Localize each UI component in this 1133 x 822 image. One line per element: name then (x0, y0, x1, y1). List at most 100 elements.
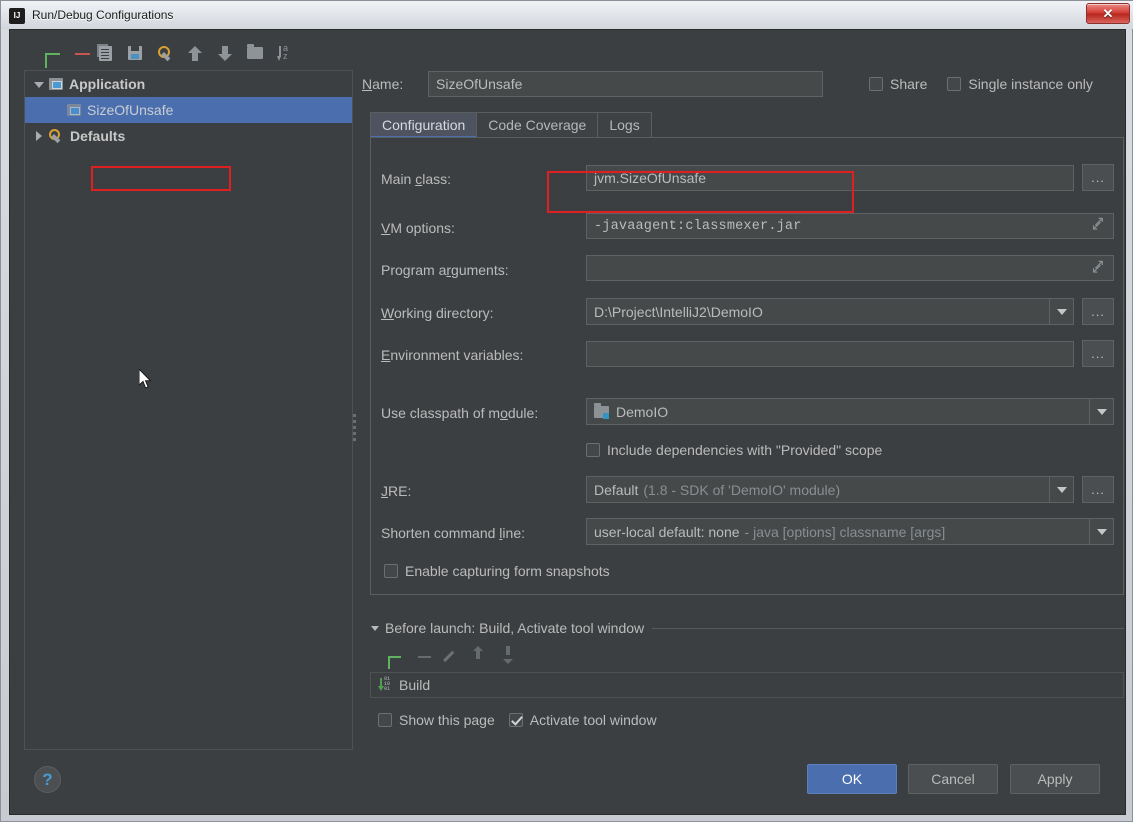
working-directory-row: D:\Project\IntelliJ2\DemoIO ... (586, 298, 1114, 325)
intellij-idea-icon (9, 7, 25, 24)
application-icon (49, 78, 63, 90)
chevron-down-icon[interactable] (370, 622, 382, 634)
cancel-button[interactable]: Cancel (908, 764, 998, 794)
chevron-down-icon[interactable] (1049, 477, 1073, 502)
chevron-down-icon[interactable] (1089, 399, 1113, 424)
before-launch-task-list[interactable]: 01 10 01 Build (370, 672, 1124, 698)
single-instance-label: Single instance only (968, 76, 1093, 92)
configurations-toolbar: az (18, 38, 353, 68)
before-launch-move-up-button[interactable] (468, 646, 488, 666)
configurations-pane: az Application SizeOfUnsafe Defaults (18, 34, 353, 754)
jre-dropdown[interactable]: Default (1.8 - SDK of 'DemoIO' module) (586, 476, 1074, 503)
tree-node-label: Defaults (70, 128, 126, 144)
before-launch-task-label: Build (399, 677, 431, 693)
tree-node-label: SizeOfUnsafe (87, 102, 174, 118)
checkbox-box (947, 77, 962, 91)
shorten-command-line-label: Shorten command line: (381, 525, 525, 541)
use-classpath-label: Use classpath of module: (381, 405, 539, 421)
application-icon (67, 104, 81, 116)
tab-code-coverage[interactable]: Code Coverage (476, 112, 599, 138)
add-configuration-button[interactable] (32, 40, 58, 66)
single-instance-checkbox[interactable]: Single instance only (947, 76, 1093, 92)
chevron-down-icon[interactable] (31, 76, 47, 92)
before-launch-move-down-button[interactable] (498, 646, 518, 666)
environment-variables-input[interactable] (586, 340, 1074, 367)
share-label: Share (890, 76, 928, 92)
main-class-label: Main class: (381, 171, 452, 187)
chevron-down-icon[interactable] (1049, 299, 1073, 324)
show-this-page-checkbox[interactable]: Show this page (378, 712, 495, 728)
expand-editor-icon[interactable] (1091, 256, 1107, 277)
use-classpath-dropdown[interactable]: DemoIO (586, 398, 1114, 425)
module-icon (594, 402, 609, 419)
tree-node-defaults[interactable]: Defaults (25, 123, 352, 149)
expand-editor-icon[interactable] (1091, 214, 1107, 235)
before-launch-title: Before launch: Build, Activate tool wind… (385, 620, 645, 636)
program-arguments-input[interactable] (586, 255, 1114, 281)
dialog-button-bar: ? OK Cancel Apply (10, 752, 1127, 814)
sort-configurations-button[interactable]: az (272, 40, 298, 66)
checkbox-box (384, 564, 398, 578)
copy-icon (98, 45, 112, 61)
move-up-button[interactable] (182, 40, 208, 66)
jre-label: JRE: (381, 483, 412, 499)
chevron-down-icon[interactable] (1089, 519, 1113, 544)
include-provided-label: Include dependencies with "Provided" sco… (607, 442, 883, 458)
before-launch-options: Show this page Activate tool window (370, 707, 1124, 733)
working-directory-input[interactable]: D:\Project\IntelliJ2\DemoIO (586, 298, 1074, 325)
tab-configuration[interactable]: Configuration (370, 112, 478, 138)
vm-options-input[interactable]: -javaagent:classmexer.jar (586, 213, 1114, 239)
name-label: Name: (362, 76, 404, 92)
remove-configuration-button[interactable] (62, 40, 88, 66)
before-launch-add-button[interactable] (378, 646, 398, 666)
tree-node-application[interactable]: Application (25, 71, 352, 97)
main-class-row: jvm.SizeOfUnsafe ... (586, 164, 1114, 191)
window-titlebar[interactable]: Run/Debug Configurations ✕ (1, 1, 1133, 29)
vm-options-label: VM options: (381, 220, 455, 236)
jre-browse-button[interactable]: ... (1082, 476, 1114, 503)
environment-variables-browse-button[interactable]: ... (1082, 340, 1114, 367)
share-checkbox[interactable]: Share (869, 76, 927, 92)
before-launch-section: Before launch: Build, Activate tool wind… (370, 619, 1124, 749)
include-provided-checkbox[interactable]: Include dependencies with "Provided" sco… (586, 442, 882, 458)
name-input[interactable]: SizeOfUnsafe (428, 71, 823, 97)
vm-options-row: -javaagent:classmexer.jar (586, 213, 1114, 239)
create-folder-button[interactable] (242, 40, 268, 66)
vm-options-value: -javaagent:classmexer.jar (594, 218, 802, 234)
before-launch-header[interactable]: Before launch: Build, Activate tool wind… (370, 619, 1124, 637)
shorten-command-line-row: user-local default: none - java [options… (586, 518, 1114, 545)
name-row: Name: SizeOfUnsafe Share Single instance… (362, 70, 1124, 98)
enable-form-snapshots-checkbox[interactable]: Enable capturing form snapshots (384, 563, 610, 579)
tab-logs[interactable]: Logs (597, 112, 652, 138)
copy-configuration-button[interactable] (92, 40, 118, 66)
shorten-command-line-dropdown[interactable]: user-local default: none - java [options… (586, 518, 1114, 545)
before-launch-edit-button[interactable] (438, 646, 458, 666)
main-class-browse-button[interactable]: ... (1082, 164, 1114, 191)
close-button[interactable]: ✕ (1086, 3, 1130, 24)
program-arguments-row (586, 255, 1114, 281)
pane-splitter[interactable] (350, 34, 360, 754)
save-configuration-button[interactable] (122, 40, 148, 66)
working-directory-browse-button[interactable]: ... (1082, 298, 1114, 325)
activate-tool-window-checkbox[interactable]: Activate tool window (508, 712, 657, 728)
help-button[interactable]: ? (34, 766, 61, 793)
jre-row: Default (1.8 - SDK of 'DemoIO' module) .… (586, 476, 1114, 503)
tree-node-label: Application (69, 76, 146, 92)
configurations-tree[interactable]: Application SizeOfUnsafe Defaults (24, 70, 353, 750)
main-class-input[interactable]: jvm.SizeOfUnsafe (586, 164, 1074, 191)
ok-button[interactable]: OK (807, 764, 897, 794)
arrow-down-icon (218, 45, 232, 61)
before-launch-remove-button[interactable] (408, 646, 428, 666)
show-this-page-label: Show this page (399, 712, 495, 728)
editor-tabs: Configuration Code Coverage Logs (370, 110, 1124, 138)
chevron-right-icon[interactable] (31, 128, 47, 144)
sort-az-icon: az (276, 43, 294, 62)
wrench-icon (49, 129, 64, 143)
configuration-tab-panel: Main class: jvm.SizeOfUnsafe ... VM opti… (370, 137, 1124, 595)
tree-node-sizeofunsafe[interactable]: SizeOfUnsafe (25, 97, 352, 123)
move-down-button[interactable] (212, 40, 238, 66)
edit-defaults-button[interactable] (152, 40, 178, 66)
checkbox-box (378, 713, 392, 727)
apply-button[interactable]: Apply (1010, 764, 1100, 794)
